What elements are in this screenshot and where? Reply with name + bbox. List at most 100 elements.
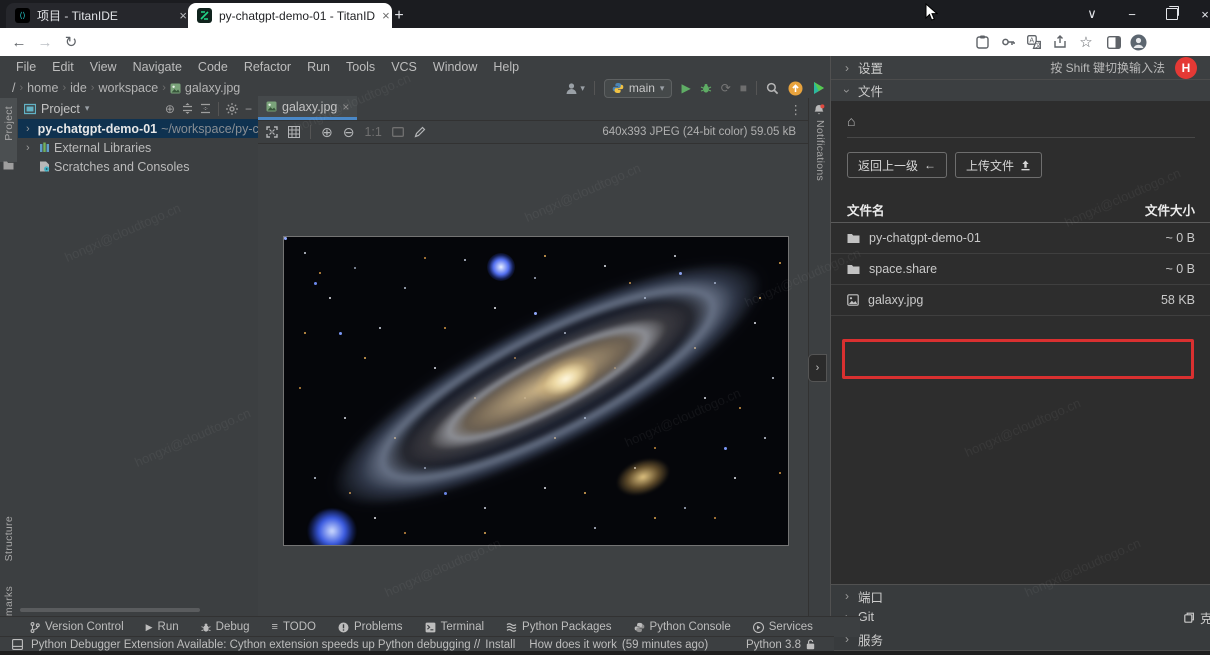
chevron-right-icon: › [17, 82, 25, 94]
menu-file[interactable]: File [8, 60, 44, 74]
stripe-notifications-button[interactable]: Notifications [814, 120, 826, 181]
minimize-button[interactable]: − [1112, 0, 1152, 28]
collapse-all-icon[interactable] [200, 103, 211, 114]
fit-zoom-icon[interactable] [266, 126, 278, 138]
menu-refactor[interactable]: Refactor [236, 60, 299, 74]
search-everywhere-icon[interactable] [766, 82, 779, 95]
settings-gear-icon[interactable] [226, 103, 238, 115]
project-panel-title[interactable]: Project [41, 102, 80, 116]
browser-tab-2[interactable]: py-chatgpt-demo-01 - TitanID × [188, 3, 392, 28]
section-services[interactable]: › 服务 [831, 628, 1210, 651]
clone-button[interactable]: 克隆 [1184, 608, 1210, 627]
tree-item-scratches[interactable]: Scratches and Consoles [18, 157, 258, 176]
back-icon[interactable]: ← [8, 31, 30, 53]
tree-item-external-libraries[interactable]: › External Libraries [18, 138, 258, 157]
fit-window-icon[interactable] [392, 127, 404, 137]
reload-icon[interactable]: ↻ [60, 31, 82, 53]
toolbtn-debug[interactable]: Debug [201, 621, 250, 633]
toolbtn-python-packages[interactable]: Python Packages [506, 621, 612, 633]
chevron-down-icon[interactable]: ▾ [85, 103, 90, 114]
hide-panel-icon[interactable]: − [245, 102, 252, 116]
stripe-structure-button[interactable]: Structure [3, 516, 15, 561]
menu-run[interactable]: Run [299, 60, 338, 74]
locate-file-icon[interactable]: ⊕ [165, 102, 175, 116]
toolbtn-python-console[interactable]: Python Console [634, 621, 731, 633]
breadcrumb-ide[interactable]: ide [68, 81, 89, 95]
debug-button[interactable] [700, 82, 712, 94]
section-ports[interactable]: › 端口 [831, 584, 1210, 608]
password-key-icon[interactable] [998, 32, 1018, 52]
upload-file-button[interactable]: 上传文件 [955, 152, 1042, 178]
file-row-folder1[interactable]: py-chatgpt-demo-01 ~ 0 B [831, 223, 1210, 254]
section-git[interactable]: › Git 克隆 [831, 606, 1210, 629]
zoom-in-icon[interactable]: ⊕ [321, 124, 333, 141]
run-config-selector[interactable]: main ▾ [604, 79, 673, 98]
install-link[interactable]: Install [485, 639, 515, 651]
forward-icon[interactable]: → [34, 31, 56, 53]
horizontal-scrollbar[interactable] [20, 608, 200, 612]
menu-code[interactable]: Code [190, 60, 236, 74]
menu-edit[interactable]: Edit [44, 60, 82, 74]
tab-options-icon[interactable]: ⋮ [790, 102, 803, 117]
python-interpreter[interactable]: Python 3.8 [746, 637, 815, 652]
section-settings[interactable]: › 设置 按 Shift 键切换输入法 H [831, 56, 1210, 80]
menu-window[interactable]: Window [425, 60, 485, 74]
collapse-panel-button[interactable]: › [808, 354, 827, 382]
stop-button[interactable]: ■ [740, 81, 747, 95]
expand-arrow-icon[interactable]: › [26, 142, 35, 154]
toolbtn-version-control[interactable]: Version Control [30, 621, 124, 633]
user-icon[interactable]: ▾ [565, 82, 585, 95]
close-tab-icon[interactable]: × [342, 100, 349, 114]
file-row-folder2[interactable]: space.share ~ 0 B [831, 254, 1210, 285]
menu-view[interactable]: View [82, 60, 125, 74]
grid-icon[interactable] [288, 126, 300, 138]
toolwindow-toggle-icon[interactable] [12, 639, 23, 650]
tab-search-icon[interactable]: ∨ [1072, 0, 1112, 28]
profile-avatar-icon[interactable] [1128, 32, 1148, 52]
git-branch-icon [30, 622, 40, 633]
go-up-button[interactable]: 返回上一级 ← [847, 152, 947, 178]
zoom-out-icon[interactable]: ⊖ [343, 124, 355, 141]
breadcrumb-workspace[interactable]: workspace [96, 81, 160, 95]
toolbtn-terminal[interactable]: Terminal [425, 621, 484, 633]
menu-tools[interactable]: Tools [338, 60, 383, 74]
breadcrumb-home[interactable]: home [25, 81, 60, 95]
home-icon[interactable]: ⌂ [831, 101, 1210, 129]
tree-item-project-root[interactable]: › py-chatgpt-demo-01 ~/workspace/py-ch [18, 119, 258, 138]
section-files[interactable]: › 文件 [831, 80, 1210, 101]
save-page-icon[interactable] [972, 32, 992, 52]
stripe-project-button[interactable]: Project [3, 106, 15, 141]
user-avatar[interactable]: H [1175, 57, 1197, 79]
expand-all-icon[interactable] [182, 103, 193, 114]
file-row-galaxy[interactable]: galaxy.jpg 58 KB [831, 285, 1210, 316]
run-coverage-button[interactable]: ⟳ [721, 81, 731, 95]
menu-help[interactable]: Help [485, 60, 527, 74]
toolbtn-run[interactable]: ▶ Run [146, 621, 179, 633]
toolbtn-problems[interactable]: Problems [338, 621, 403, 633]
file-name: galaxy.jpg [868, 293, 923, 307]
how-it-works-link[interactable]: How does it work [529, 639, 617, 651]
galaxy-image[interactable] [283, 236, 789, 546]
toolbtn-todo[interactable]: ≡ TODO [272, 621, 316, 633]
run-button[interactable]: ▶ [681, 81, 690, 95]
editor-tab-galaxy[interactable]: galaxy.jpg × [258, 96, 357, 120]
breadcrumb-root[interactable]: / [10, 81, 17, 95]
browser-tab-1[interactable]: ⟨⟩ 项目 - TitanIDE × [6, 3, 196, 28]
translate-icon[interactable]: A文 [1024, 32, 1044, 52]
share-icon[interactable] [1050, 32, 1070, 52]
edit-external-icon[interactable] [414, 126, 426, 138]
new-tab-button[interactable]: + [388, 5, 410, 27]
expand-arrow-icon[interactable]: › [26, 123, 30, 135]
close-tab-icon[interactable]: × [179, 8, 187, 23]
menu-navigate[interactable]: Navigate [125, 60, 190, 74]
actual-size-button[interactable]: 1:1 [364, 125, 381, 139]
side-panel-icon[interactable] [1104, 32, 1124, 52]
bookmark-star-icon[interactable]: ☆ [1076, 32, 1096, 52]
notifications-bell-icon[interactable] [813, 104, 825, 116]
assistant-icon[interactable] [812, 81, 826, 95]
close-window-button[interactable]: × [1185, 0, 1210, 28]
ide-update-icon[interactable] [788, 81, 803, 96]
toolbtn-services[interactable]: Services [753, 621, 813, 633]
breadcrumb-file[interactable]: galaxy.jpg [168, 81, 242, 95]
menu-vcs[interactable]: VCS [383, 60, 425, 74]
